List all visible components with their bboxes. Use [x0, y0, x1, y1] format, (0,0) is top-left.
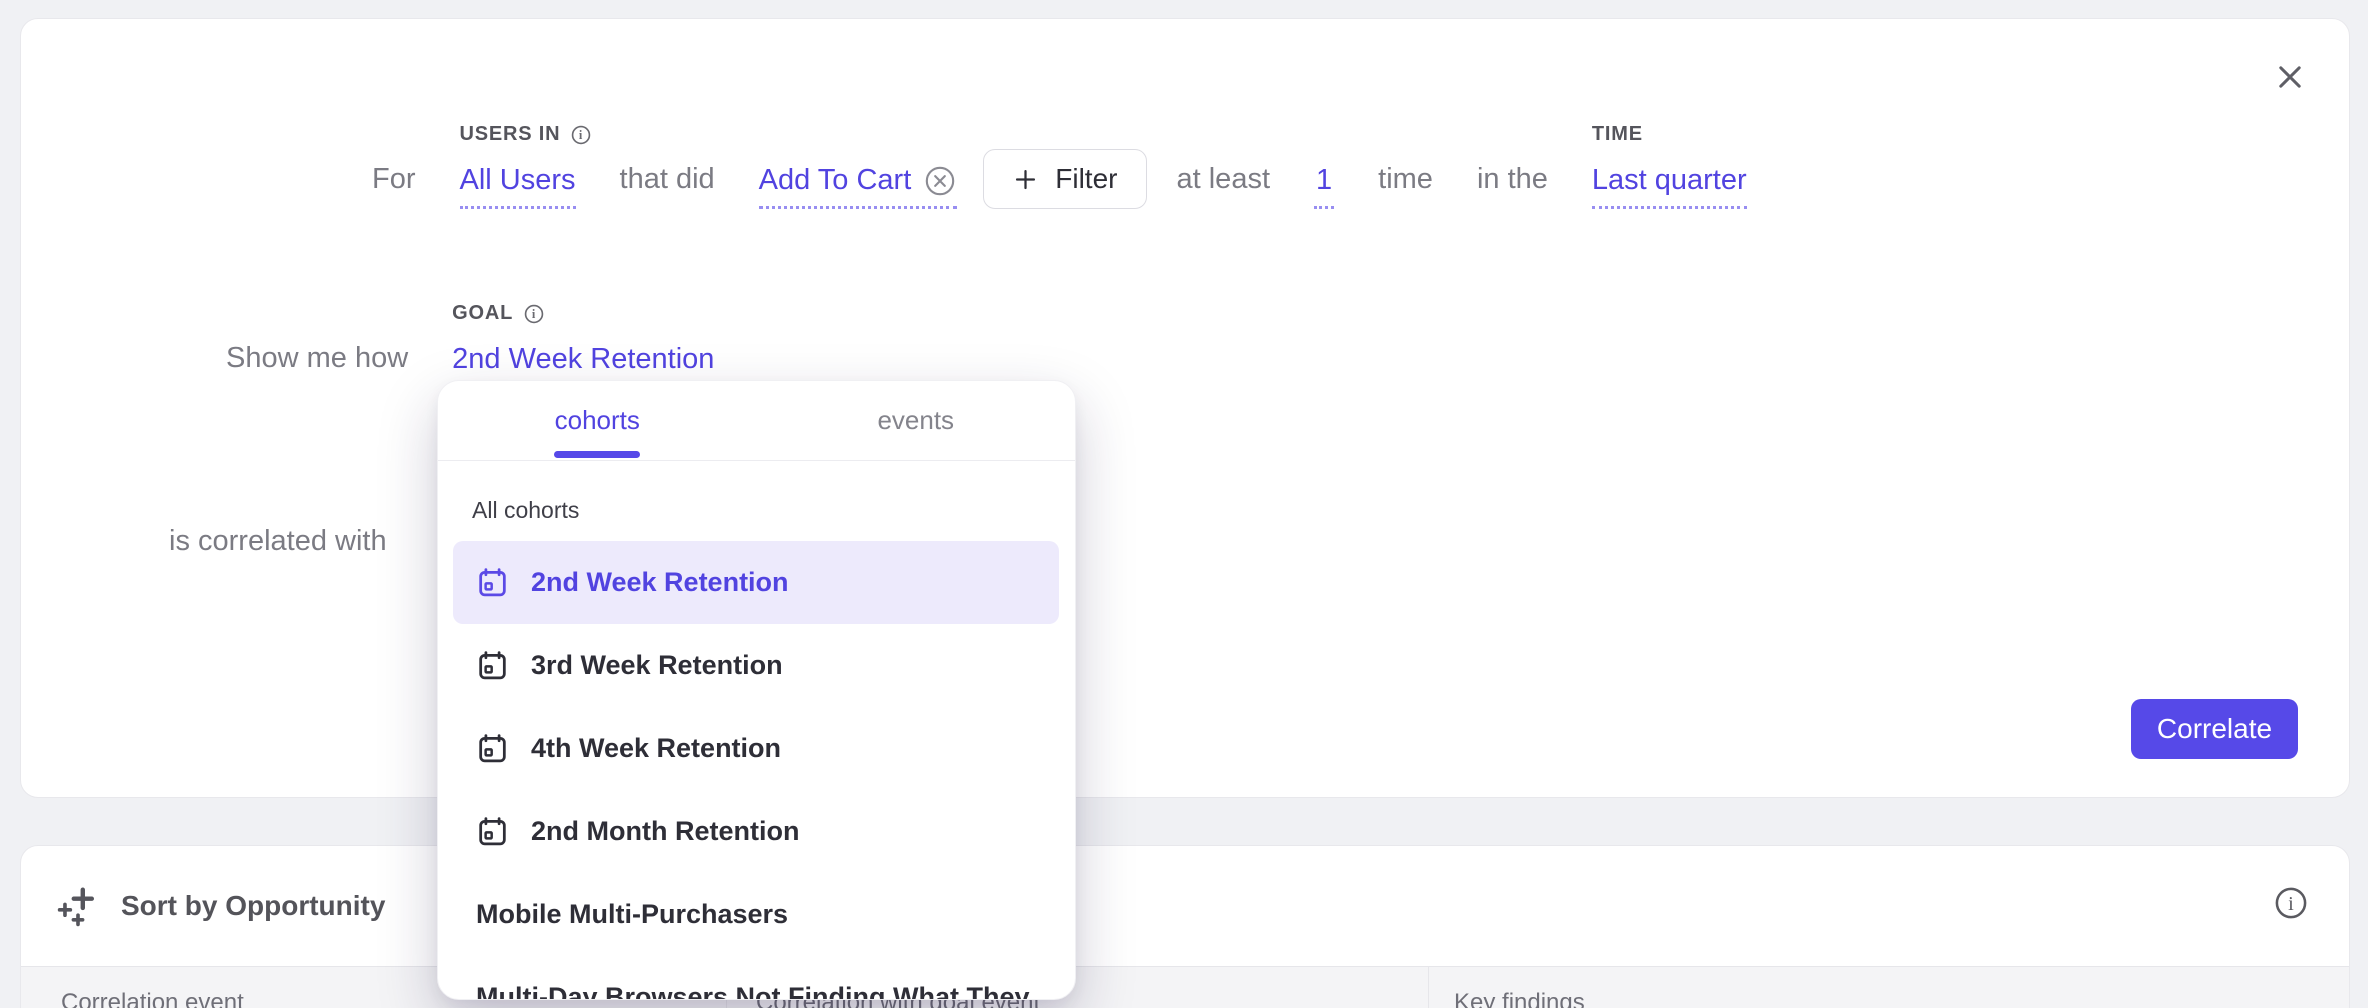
cohort-option-label: Multi-Day Browsers Not Finding What They — [476, 982, 1030, 1000]
goal-label: GOAL i — [452, 296, 545, 331]
that-did-text: that did — [620, 162, 715, 209]
info-icon[interactable]: i — [523, 303, 545, 325]
cohort-picker-dropdown: cohorts events All cohorts 2nd Week Rete… — [437, 380, 1076, 1000]
column-header-key-findings: Key findings — [1454, 989, 1585, 1008]
dropdown-tabs: cohorts events — [438, 381, 1075, 461]
close-icon — [2273, 60, 2307, 94]
query-sentence-row-1: For USERS IN i All Users that did Add To… — [372, 149, 1747, 209]
results-table-header: Correlation event Correlation with goal … — [21, 966, 2349, 1008]
in-the-text: in the — [1477, 162, 1548, 209]
cohort-option[interactable]: Multi-Day Browsers Not Finding What They — [453, 956, 1059, 1000]
cohort-option-label: 2nd Week Retention — [531, 567, 789, 598]
tab-cohorts[interactable]: cohorts — [438, 381, 757, 460]
for-text: For — [372, 162, 416, 209]
calendar-icon — [476, 732, 509, 765]
users-in-value: All Users — [460, 163, 576, 198]
cohort-option[interactable]: 4th Week Retention — [453, 707, 1059, 790]
time-word-text: time — [1378, 162, 1433, 209]
cohort-option[interactable]: 3rd Week Retention — [453, 624, 1059, 707]
time-label: TIME — [1592, 117, 1643, 152]
svg-text:i: i — [2288, 893, 2294, 915]
column-header-correlation-event: Correlation event — [61, 989, 244, 1008]
add-filter-button[interactable]: Filter — [983, 149, 1146, 209]
cohort-section-label: All cohorts — [472, 497, 579, 524]
column-divider — [1428, 967, 1429, 1008]
close-button[interactable] — [2271, 58, 2309, 96]
sort-button-label: Sort by Opportunity — [121, 890, 385, 922]
show-me-how-text: Show me how — [226, 341, 408, 388]
plus-icon — [1012, 166, 1039, 193]
svg-text:i: i — [532, 307, 536, 321]
calendar-icon — [476, 566, 509, 599]
at-least-text: at least — [1177, 162, 1271, 209]
event-selector[interactable]: Add To Cart — [759, 163, 958, 209]
filter-button-label: Filter — [1055, 163, 1117, 195]
calendar-icon — [476, 815, 509, 848]
cohort-option-label: 2nd Month Retention — [531, 816, 799, 847]
event-count-value: 1 — [1316, 163, 1332, 198]
svg-text:i: i — [579, 128, 583, 142]
time-range-value: Last quarter — [1592, 163, 1747, 198]
active-tab-indicator — [554, 451, 640, 458]
remove-event-icon[interactable] — [923, 164, 957, 198]
cohort-option-label: 4th Week Retention — [531, 733, 781, 764]
time-range-selector[interactable]: TIME Last quarter — [1592, 163, 1747, 209]
is-correlated-with-text: is correlated with — [169, 525, 387, 558]
calendar-icon — [476, 649, 509, 682]
correlation-analysis-screen: For USERS IN i All Users that did Add To… — [0, 0, 2368, 1008]
results-card: Sort by Opportunity i Correlation event … — [20, 845, 2350, 1008]
cohort-option[interactable]: 2nd Month Retention — [453, 790, 1059, 873]
event-value: Add To Cart — [759, 163, 912, 198]
cohort-option[interactable]: 2nd Week Retention — [453, 541, 1059, 624]
cohort-option-label: 3rd Week Retention — [531, 650, 783, 681]
results-info-button[interactable]: i — [2272, 884, 2310, 922]
tab-events[interactable]: events — [757, 381, 1076, 460]
users-in-selector[interactable]: USERS IN i All Users — [460, 163, 576, 209]
info-icon: i — [2273, 885, 2309, 921]
event-count-selector[interactable]: 1 — [1314, 163, 1334, 209]
query-builder-card: For USERS IN i All Users that did Add To… — [20, 18, 2350, 798]
cohort-list: 2nd Week Retention 3rd Week Retention — [453, 541, 1059, 1000]
cohort-option[interactable]: Mobile Multi-Purchasers — [453, 873, 1059, 956]
info-icon[interactable]: i — [570, 124, 592, 146]
sort-by-opportunity-button[interactable]: Sort by Opportunity — [55, 846, 385, 966]
users-in-label: USERS IN i — [460, 117, 593, 152]
cohort-option-label: Mobile Multi-Purchasers — [476, 899, 788, 930]
correlate-button[interactable]: Correlate — [2131, 699, 2298, 759]
goal-value: 2nd Week Retention — [452, 342, 714, 377]
sparkle-icon — [55, 883, 101, 929]
